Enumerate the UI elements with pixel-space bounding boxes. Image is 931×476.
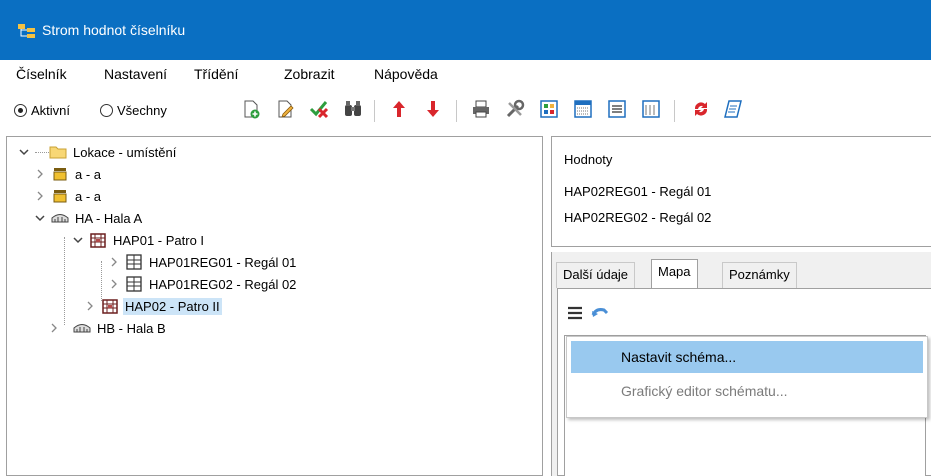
tree-view[interactable]: Lokace - umístění a - a a - a HA - Hala … bbox=[6, 136, 543, 476]
values-panel: Hodnoty HAP02REG01 - Regál 01 HAP02REG02… bbox=[551, 136, 931, 247]
radio-all[interactable]: Všechny bbox=[100, 103, 167, 118]
tab-dalsi-udaje[interactable]: Další údaje bbox=[556, 262, 636, 288]
context-menu: Nastavit schéma... Grafický editor schém… bbox=[566, 336, 928, 418]
values-header: Hodnoty bbox=[564, 152, 613, 167]
menu-bar: Číselník Nastavení Třídění Zobrazit Nápo… bbox=[0, 60, 931, 88]
toolbar-separator bbox=[674, 100, 675, 122]
tree-item-label: HAP02 - Patro II bbox=[123, 297, 222, 315]
tree-item[interactable]: a - a bbox=[33, 185, 103, 207]
chevron-right-icon[interactable] bbox=[33, 189, 47, 203]
tree-item[interactable]: HA - Hala A bbox=[33, 207, 144, 229]
move-up-icon[interactable] bbox=[388, 98, 410, 120]
toolbar-separator bbox=[374, 100, 375, 122]
tree-app-icon bbox=[18, 24, 35, 38]
tree-item-label: HB - Hala B bbox=[97, 320, 166, 336]
chevron-right-icon[interactable] bbox=[33, 167, 47, 181]
tree-item-label: a - a bbox=[75, 188, 102, 204]
radio-all-label: Všechny bbox=[117, 103, 167, 118]
tab-poznamky[interactable]: Poznámky bbox=[722, 262, 797, 288]
chevron-down-icon[interactable] bbox=[33, 211, 47, 225]
new-record-icon[interactable] bbox=[240, 98, 262, 120]
radio-active-label: Aktivní bbox=[31, 103, 71, 118]
tree-item[interactable]: HAP01REG01 - Regál 01 bbox=[107, 251, 298, 273]
title-bar: Strom hodnot číselníku bbox=[0, 0, 931, 60]
folder-icon bbox=[49, 146, 67, 159]
move-down-icon[interactable] bbox=[422, 98, 444, 120]
tree-item-label: HAP01REG02 - Regál 02 bbox=[149, 276, 297, 292]
tree-item-label: HAP01REG01 - Regál 01 bbox=[149, 254, 297, 270]
menu-ciselnik[interactable]: Číselník bbox=[16, 66, 67, 82]
tree-item-label: HAP01 - Patro I bbox=[113, 232, 205, 248]
tree-item-label: a - a bbox=[75, 166, 102, 182]
chevron-right-icon[interactable] bbox=[83, 299, 97, 313]
chevron-right-icon[interactable] bbox=[47, 321, 61, 335]
find-icon[interactable] bbox=[342, 98, 364, 120]
approve-delete-icon[interactable] bbox=[308, 98, 330, 120]
hall-icon bbox=[51, 214, 69, 223]
menu-zobrazit[interactable]: Zobrazit bbox=[284, 66, 335, 82]
toolbar-separator bbox=[456, 100, 457, 122]
edit-record-icon[interactable] bbox=[274, 98, 296, 120]
menu-item-schema-editor: Grafický editor schématu... bbox=[621, 383, 788, 399]
shelf-icon bbox=[126, 254, 142, 270]
refresh-icon[interactable] bbox=[690, 98, 712, 120]
shelf-icon bbox=[126, 276, 142, 292]
menu-item-set-schema[interactable]: Nastavit schéma... bbox=[571, 341, 923, 373]
menu-nastaveni[interactable]: Nastavení bbox=[104, 66, 167, 82]
radio-active[interactable]: Aktivní bbox=[14, 103, 70, 118]
radio-active-indicator bbox=[14, 104, 27, 117]
tab-mapa[interactable]: Mapa bbox=[651, 259, 698, 289]
tree-item[interactable]: Lokace - umístění bbox=[17, 141, 178, 163]
print-icon[interactable] bbox=[470, 98, 492, 120]
tools-icon[interactable] bbox=[504, 98, 526, 120]
hamburger-menu-icon[interactable] bbox=[566, 305, 584, 321]
value-item[interactable]: HAP02REG02 - Regál 02 bbox=[564, 210, 711, 225]
tree-item[interactable]: a - a bbox=[33, 163, 103, 185]
tree-item[interactable]: HAP01 - Patro I bbox=[71, 229, 206, 251]
toolbar: Aktivní Všechny bbox=[0, 88, 931, 132]
menu-napoveda[interactable]: Nápověda bbox=[374, 66, 438, 82]
tree-item-label: Lokace - umístění bbox=[73, 144, 177, 160]
tree-item-label: HA - Hala A bbox=[75, 210, 143, 226]
undo-icon[interactable] bbox=[590, 305, 610, 321]
chevron-right-icon[interactable] bbox=[107, 277, 121, 291]
box-icon bbox=[53, 168, 67, 181]
radio-all-indicator bbox=[100, 104, 113, 117]
window-title: Strom hodnot číselníku bbox=[42, 22, 186, 38]
view-details-icon[interactable] bbox=[640, 98, 662, 120]
chevron-right-icon[interactable] bbox=[107, 255, 121, 269]
hall-icon bbox=[73, 324, 91, 333]
floor-icon bbox=[102, 299, 118, 314]
view-list-icon[interactable] bbox=[606, 98, 628, 120]
chevron-down-icon[interactable] bbox=[17, 145, 31, 159]
view-grid-icon[interactable] bbox=[572, 98, 594, 120]
script-icon[interactable] bbox=[722, 98, 744, 120]
floor-icon bbox=[90, 233, 106, 248]
chevron-down-icon[interactable] bbox=[71, 233, 85, 247]
value-item[interactable]: HAP02REG01 - Regál 01 bbox=[564, 184, 711, 199]
tree-item[interactable]: HAP01REG02 - Regál 02 bbox=[107, 273, 298, 295]
box-icon bbox=[53, 190, 67, 203]
view-tiles-icon[interactable] bbox=[538, 98, 560, 120]
tree-item-selected[interactable]: HAP02 - Patro II bbox=[83, 295, 222, 317]
tree-item[interactable]: HB - Hala B bbox=[47, 317, 168, 339]
menu-trideni[interactable]: Třídění bbox=[194, 66, 238, 82]
